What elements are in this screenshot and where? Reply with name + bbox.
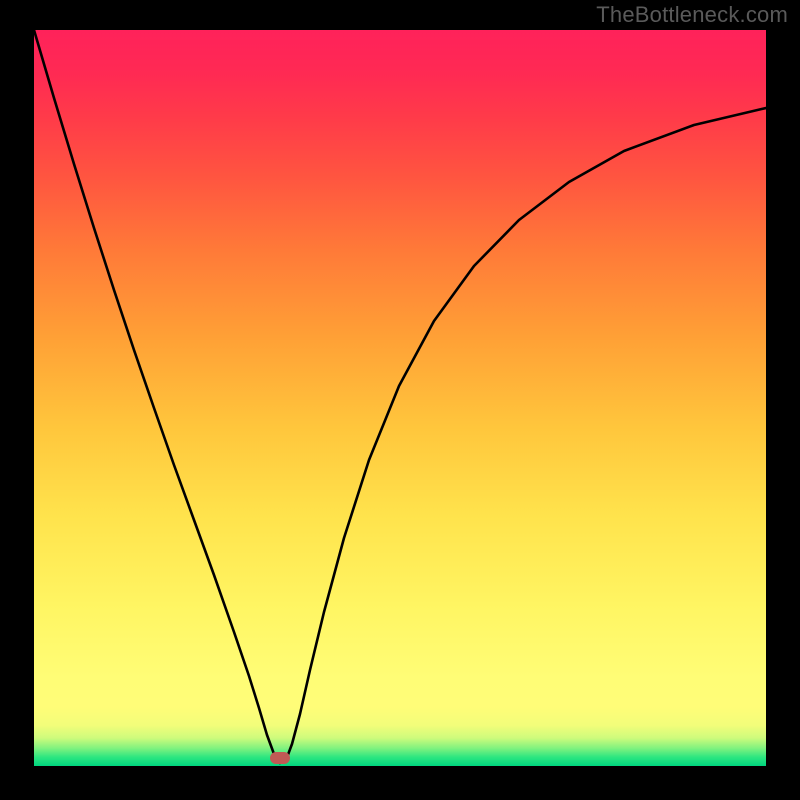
optimal-point-marker	[270, 752, 290, 764]
plot-area	[34, 30, 766, 766]
bottleneck-curve	[34, 30, 766, 766]
watermark-text: TheBottleneck.com	[596, 2, 788, 28]
chart-frame: TheBottleneck.com	[0, 0, 800, 800]
